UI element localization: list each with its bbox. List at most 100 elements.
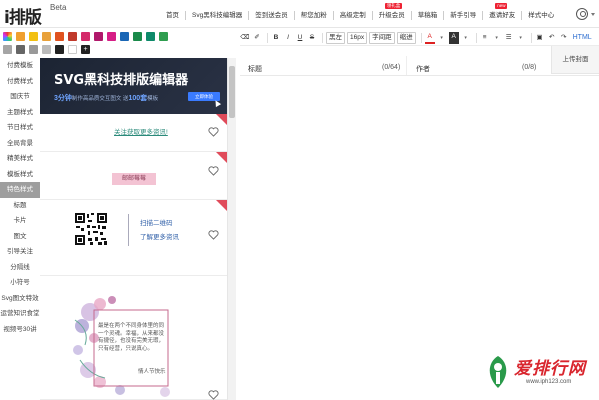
toolbar-divider — [267, 32, 268, 43]
user-avatar-icon[interactable] — [576, 8, 588, 20]
list-icon[interactable]: ≡ — [480, 32, 490, 44]
category-item[interactable]: 节日样式 — [0, 120, 40, 136]
author-char-count: (0/8) — [522, 64, 537, 71]
nav-badge: 领礼盒 — [384, 2, 403, 9]
category-item[interactable]: 视频号30讲 — [0, 322, 40, 338]
category-item[interactable]: 主题样式 — [0, 105, 40, 121]
main-nav: 首页 Svg黑科技编辑器 签到送会员 帮您加粉 高级定制 升级会员 领礼盒 草稿箱 新手引导 邀请… — [160, 2, 560, 21]
color-swatch[interactable] — [29, 32, 38, 41]
nav-item[interactable]: 样式中心 — [521, 10, 560, 20]
nav-item[interactable]: 新手引导 — [443, 10, 482, 20]
font-color-button[interactable]: A — [424, 32, 435, 44]
template-card-follow[interactable]: 关注获取更多资讯! — [40, 114, 227, 152]
strikethrough-button[interactable]: S — [307, 32, 317, 44]
color-swatch[interactable] — [120, 32, 129, 41]
font-size-select[interactable]: 16px — [347, 31, 368, 44]
color-swatch[interactable] — [81, 32, 90, 41]
heart-icon[interactable] — [208, 390, 219, 400]
nav-item[interactable]: 高级定制 — [332, 10, 372, 20]
color-swatch[interactable] — [159, 32, 168, 41]
template-card-qrcode[interactable]: 扫描二维码 了解更多资讯 — [40, 200, 227, 276]
color-swatch-palette: + — [3, 32, 235, 56]
font-family-select[interactable]: 黑左 — [326, 31, 345, 44]
color-swatch[interactable] — [94, 32, 103, 41]
chevron-down-icon[interactable]: ▾ — [492, 32, 502, 44]
category-item[interactable]: 小符号 — [0, 275, 40, 291]
underline-button[interactable]: U — [295, 32, 305, 44]
follow-link[interactable]: 关注获取更多资讯! — [114, 126, 168, 136]
color-swatch[interactable] — [3, 32, 12, 41]
category-item[interactable]: Svg图文特效 — [0, 291, 40, 307]
nav-item[interactable]: 帮您加粉 — [293, 10, 333, 20]
nav-item[interactable]: 草稿箱 — [410, 10, 444, 20]
template-card-floral[interactable]: 最是在两个不同身体里的同一个灵魂。幸福，从来都没有捷径，也没有完美无瑕，只有经营… — [40, 276, 227, 400]
toolbar-divider — [475, 32, 477, 43]
color-swatch[interactable] — [133, 32, 142, 41]
field-divider — [406, 56, 407, 75]
chevron-down-icon[interactable]: ▾ — [437, 32, 447, 44]
category-item[interactable]: 付费样式 — [0, 74, 40, 90]
undo-icon[interactable]: ↶ — [547, 32, 557, 44]
color-swatch[interactable] — [3, 45, 12, 54]
top-bar: i排版 Beta 首页 Svg黑科技编辑器 签到送会员 帮您加粉 高级定制 升级会员 领礼盒… — [0, 0, 599, 28]
indent-select[interactable]: 缩进 — [396, 31, 416, 44]
toolbar-divider — [322, 32, 323, 43]
color-swatch[interactable] — [29, 45, 38, 54]
category-item[interactable]: 精美样式 — [0, 151, 40, 167]
color-swatch[interactable] — [55, 45, 64, 54]
color-swatch[interactable] — [68, 32, 77, 41]
color-swatch[interactable] — [42, 45, 51, 54]
color-swatch[interactable] — [55, 32, 64, 41]
nav-item[interactable]: 签到送会员 — [248, 10, 294, 20]
nav-item[interactable]: Svg黑科技编辑器 — [185, 10, 248, 20]
align-icon[interactable]: ☰ — [504, 32, 514, 44]
color-swatch[interactable] — [68, 45, 77, 54]
heart-icon[interactable] — [208, 230, 219, 240]
category-item[interactable]: 付费模板 — [0, 58, 40, 74]
image-icon[interactable]: ▣ — [535, 32, 545, 44]
app-logo[interactable]: i排版 — [4, 3, 42, 28]
template-scrollbar[interactable] — [228, 58, 236, 400]
chevron-down-icon[interactable]: ▾ — [461, 32, 471, 44]
letter-spacing-select[interactable]: 字间距 — [369, 31, 395, 44]
background-color-button[interactable]: A — [448, 31, 459, 44]
qr-caption-1: 扫描二维码 — [140, 220, 173, 227]
template-card-pink[interactable]: 邮邮莓莓 — [40, 152, 227, 200]
category-item[interactable]: 分隔线 — [0, 260, 40, 276]
category-item[interactable]: 引导关注 — [0, 244, 40, 260]
scrollbar-thumb[interactable] — [229, 66, 235, 118]
italic-button[interactable]: I — [283, 32, 293, 44]
toolbar-divider — [530, 32, 532, 43]
html-source-button[interactable]: HTML — [573, 32, 592, 44]
upload-cover-button[interactable]: 上传封面 — [551, 46, 599, 74]
color-swatch[interactable] — [16, 45, 25, 54]
category-item[interactable]: 特色样式 — [0, 182, 40, 198]
eraser-icon[interactable]: ⌫ — [240, 32, 250, 44]
bold-button[interactable]: B — [271, 32, 281, 44]
promo-banner[interactable]: SVG黑科技排版编辑器 3分钟制作高品质交互图文 送100套模板 立即体验 — [40, 58, 227, 114]
title-field-label: 标题 — [248, 66, 262, 73]
category-item[interactable]: 图文 — [0, 229, 40, 245]
nav-item[interactable]: 邀请好友 new — [482, 2, 521, 20]
category-item[interactable]: 模板样式 — [0, 167, 40, 183]
heart-icon[interactable] — [208, 127, 219, 137]
nav-item[interactable]: 升级会员 领礼盒 — [371, 2, 411, 20]
color-swatch[interactable] — [146, 32, 155, 41]
redo-icon[interactable]: ↷ — [559, 32, 569, 44]
color-swatch[interactable] — [16, 32, 25, 41]
heart-icon[interactable] — [208, 166, 219, 176]
category-item[interactable]: 卡片 — [0, 213, 40, 229]
color-swatch[interactable] — [42, 32, 51, 41]
add-color-icon[interactable]: + — [81, 45, 90, 54]
category-item[interactable]: 标题 — [0, 198, 40, 214]
chevron-down-icon[interactable]: ▾ — [516, 32, 526, 44]
category-item[interactable]: 全局背景 — [0, 136, 40, 152]
category-sidebar: 付费模板 付费样式 国庆节 主题样式 节日样式 全局背景 精美样式 模板样式 特色样式 标题 卡片图… — [0, 58, 40, 400]
format-brush-icon[interactable]: ✐ — [252, 32, 262, 44]
nav-item[interactable]: 首页 — [160, 11, 185, 20]
divider-line — [128, 214, 129, 246]
category-item[interactable]: 国庆节 — [0, 89, 40, 105]
category-item[interactable]: 运营知识食堂 — [0, 306, 40, 322]
chevron-down-icon[interactable] — [591, 13, 595, 16]
color-swatch[interactable] — [107, 32, 116, 41]
